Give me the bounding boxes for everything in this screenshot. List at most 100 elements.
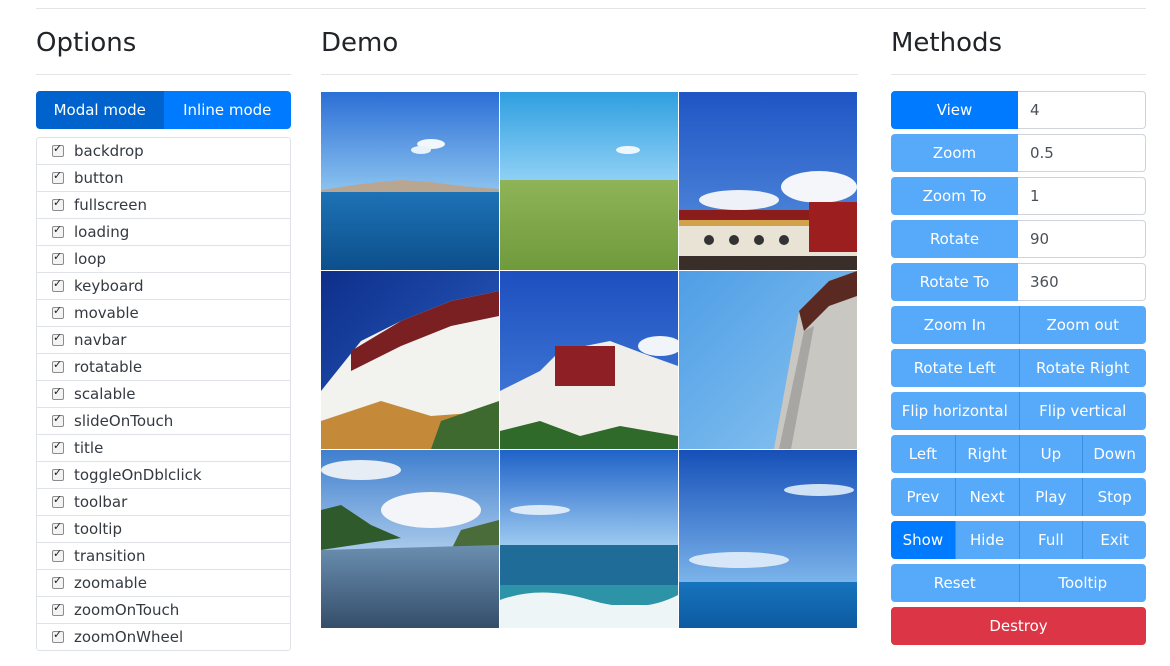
- inline-mode-button[interactable]: Inline mode: [163, 91, 291, 129]
- next-button[interactable]: Next: [954, 478, 1019, 516]
- option-rotatable[interactable]: rotatable: [37, 353, 290, 380]
- option-scalable[interactable]: scalable: [37, 380, 290, 407]
- rotate-row: Rotate 90: [891, 220, 1146, 258]
- stop-button[interactable]: Stop: [1082, 478, 1146, 516]
- option-transition[interactable]: transition: [37, 542, 290, 569]
- methods-divider: [891, 74, 1146, 75]
- flip-horizontal-button[interactable]: Flip horizontal: [891, 392, 1019, 430]
- option-keyboard[interactable]: keyboard: [37, 272, 290, 299]
- checkbox[interactable]: [52, 412, 64, 427]
- checkbox[interactable]: [52, 439, 64, 454]
- checkbox[interactable]: [52, 574, 64, 589]
- zoom-row: Zoom 0.5: [891, 134, 1146, 172]
- image-gallery: [321, 92, 858, 628]
- reset-button[interactable]: Reset: [891, 564, 1019, 602]
- option-loop[interactable]: loop: [37, 245, 290, 272]
- zoom-in-out-row: Zoom In Zoom out: [891, 306, 1146, 344]
- checkbox[interactable]: [52, 169, 64, 184]
- option-zoomOnWheel[interactable]: zoomOnWheel: [37, 623, 290, 650]
- option-label: title: [74, 439, 104, 457]
- mode-toggle-group: Modal mode Inline mode: [36, 91, 291, 129]
- option-label: toolbar: [74, 493, 128, 511]
- gallery-image-lake[interactable]: [321, 92, 499, 270]
- full-button[interactable]: Full: [1018, 521, 1083, 559]
- option-movable[interactable]: movable: [37, 299, 290, 326]
- gallery-image-temple-roof[interactable]: [679, 92, 857, 270]
- zoom-button[interactable]: Zoom: [891, 134, 1018, 172]
- checkbox[interactable]: [52, 385, 64, 400]
- option-label: slideOnTouch: [74, 412, 174, 430]
- reset-tooltip-row: Reset Tooltip: [891, 564, 1146, 602]
- checkbox[interactable]: [52, 331, 64, 346]
- option-zoomOnTouch[interactable]: zoomOnTouch: [37, 596, 290, 623]
- checkbox[interactable]: [52, 601, 64, 616]
- gallery-image-potala-palace[interactable]: [500, 271, 678, 449]
- view-index-input[interactable]: 4: [1018, 91, 1146, 129]
- rotate-to-button[interactable]: Rotate To: [891, 263, 1018, 301]
- checkbox[interactable]: [52, 520, 64, 535]
- checkbox[interactable]: [52, 358, 64, 373]
- option-label: keyboard: [74, 277, 144, 295]
- move-up-button[interactable]: Up: [1018, 435, 1083, 473]
- checkbox[interactable]: [52, 628, 64, 643]
- rotate-right-button[interactable]: Rotate Right: [1018, 349, 1146, 387]
- option-loading[interactable]: loading: [37, 218, 290, 245]
- move-row: Left Right Up Down: [891, 435, 1146, 473]
- checkbox[interactable]: [52, 142, 64, 157]
- option-label: zoomOnTouch: [74, 601, 180, 619]
- rotate-left-right-row: Rotate Left Rotate Right: [891, 349, 1146, 387]
- rotate-to-input[interactable]: 360: [1018, 263, 1146, 301]
- checkbox[interactable]: [52, 223, 64, 238]
- option-fullscreen[interactable]: fullscreen: [37, 191, 290, 218]
- view-button[interactable]: View: [891, 91, 1018, 129]
- zoom-to-input[interactable]: 1: [1018, 177, 1146, 215]
- exit-button[interactable]: Exit: [1082, 521, 1146, 559]
- options-title: Options: [36, 28, 137, 58]
- option-label: movable: [74, 304, 139, 322]
- flip-vertical-button[interactable]: Flip vertical: [1018, 392, 1146, 430]
- modal-mode-button[interactable]: Modal mode: [36, 91, 164, 129]
- checkbox[interactable]: [52, 277, 64, 292]
- prev-button[interactable]: Prev: [891, 478, 955, 516]
- gallery-image-palace-wall[interactable]: [679, 271, 857, 449]
- option-toggleOnDblclick[interactable]: toggleOnDblclick: [37, 461, 290, 488]
- move-right-button[interactable]: Right: [954, 435, 1019, 473]
- checkbox[interactable]: [52, 304, 64, 319]
- option-title[interactable]: title: [37, 434, 290, 461]
- option-tooltip[interactable]: tooltip: [37, 515, 290, 542]
- zoom-to-button[interactable]: Zoom To: [891, 177, 1018, 215]
- flip-row: Flip horizontal Flip vertical: [891, 392, 1146, 430]
- option-toolbar[interactable]: toolbar: [37, 488, 290, 515]
- checkbox[interactable]: [52, 466, 64, 481]
- play-button[interactable]: Play: [1018, 478, 1083, 516]
- hide-button[interactable]: Hide: [954, 521, 1019, 559]
- gallery-image-river[interactable]: [321, 450, 499, 628]
- zoom-out-button[interactable]: Zoom out: [1018, 306, 1146, 344]
- option-backdrop[interactable]: backdrop: [37, 138, 290, 164]
- option-slideOnTouch[interactable]: slideOnTouch: [37, 407, 290, 434]
- checkbox[interactable]: [52, 196, 64, 211]
- move-down-button[interactable]: Down: [1082, 435, 1146, 473]
- zoom-ratio-input[interactable]: 0.5: [1018, 134, 1146, 172]
- checkbox[interactable]: [52, 493, 64, 508]
- rotate-degree-input[interactable]: 90: [1018, 220, 1146, 258]
- rotate-button[interactable]: Rotate: [891, 220, 1018, 258]
- gallery-image-grassland[interactable]: [500, 92, 678, 270]
- checkbox[interactable]: [52, 250, 64, 265]
- show-button[interactable]: Show: [891, 521, 955, 559]
- option-button[interactable]: button: [37, 164, 290, 191]
- destroy-button[interactable]: Destroy: [891, 607, 1146, 645]
- tooltip-button[interactable]: Tooltip: [1018, 564, 1146, 602]
- rotate-left-button[interactable]: Rotate Left: [891, 349, 1019, 387]
- gallery-image-sea-waves[interactable]: [500, 450, 678, 628]
- zoom-in-button[interactable]: Zoom In: [891, 306, 1019, 344]
- move-left-button[interactable]: Left: [891, 435, 955, 473]
- option-navbar[interactable]: navbar: [37, 326, 290, 353]
- gallery-image-ocean-horizon[interactable]: [679, 450, 857, 628]
- checkbox[interactable]: [52, 547, 64, 562]
- gallery-image-potala-low-angle[interactable]: [321, 271, 499, 449]
- top-divider: [36, 8, 1146, 9]
- display-row: Show Hide Full Exit: [891, 521, 1146, 559]
- option-label: zoomOnWheel: [74, 628, 184, 646]
- option-zoomable[interactable]: zoomable: [37, 569, 290, 596]
